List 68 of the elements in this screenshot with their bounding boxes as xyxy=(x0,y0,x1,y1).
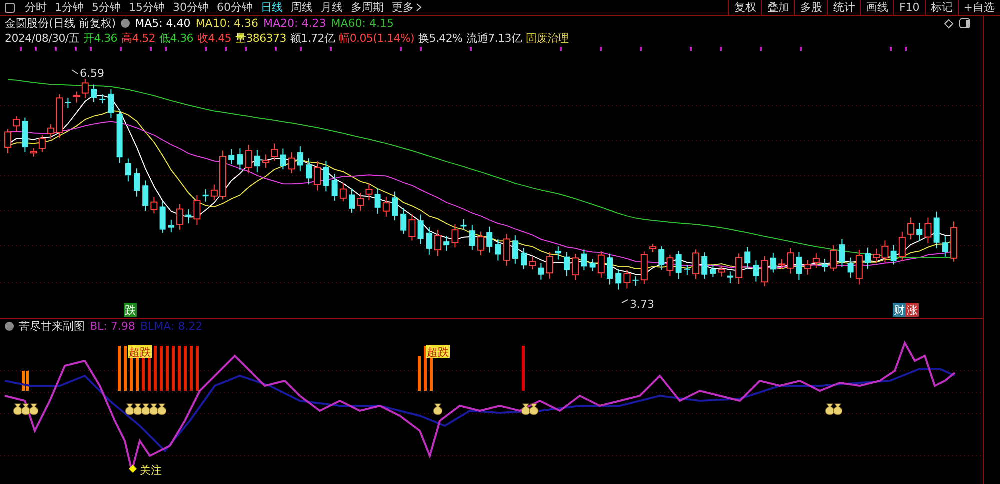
ma-reading: MA60: 4.15 xyxy=(331,17,394,30)
dropdown-circle-icon[interactable] xyxy=(121,19,130,28)
ma-reading: MA20: 4.23 xyxy=(264,17,326,30)
toolbar-button[interactable]: 统计 xyxy=(827,0,860,15)
money-bag-icon xyxy=(29,404,39,416)
toolbar-button[interactable]: 复权 xyxy=(728,0,762,15)
period-tab[interactable]: 周线 xyxy=(287,0,317,15)
money-bag-icon xyxy=(13,404,23,416)
chart-title: 金圆股份(日线 前复权) xyxy=(5,16,116,31)
period-tab[interactable]: 分时 xyxy=(21,0,51,15)
period-tab[interactable]: 60分钟 xyxy=(213,0,257,15)
chevron-right-icon xyxy=(416,3,422,12)
diamond-icon xyxy=(129,465,137,473)
period-tab[interactable]: 日线 xyxy=(257,0,287,15)
period-tab[interactable]: 30分钟 xyxy=(169,0,213,15)
toolbar-button[interactable]: 叠加 xyxy=(761,0,794,15)
toolbar-button[interactable]: 多股 xyxy=(794,0,828,15)
money-bag-icon xyxy=(833,404,843,416)
indicator-reading: BLMA: 8.22 xyxy=(140,320,203,333)
quote-field: 量386373 xyxy=(236,31,286,46)
quote-field: 换5.42% xyxy=(418,31,463,46)
quote-field: 2024/08/30/五 xyxy=(5,31,80,46)
collapse-circle-icon[interactable] xyxy=(5,322,14,331)
period-tab[interactable]: 月线 xyxy=(317,0,347,15)
high-price-label: 6.59 xyxy=(80,67,104,80)
signal-marker: 财 xyxy=(893,303,906,317)
quote-field: 收4.45 xyxy=(198,31,232,46)
signal-tag: 超跌 xyxy=(426,345,450,359)
quote-field: 幅0.05(1.14%) xyxy=(339,31,415,46)
focus-label: 关注 xyxy=(140,464,162,477)
leader-line xyxy=(622,300,628,304)
ma-reading: MA5: 4.40 xyxy=(135,17,191,30)
money-bag-icon xyxy=(149,404,159,416)
quote-field: 固废治理 xyxy=(526,31,569,46)
period-tab[interactable]: 多周期 xyxy=(347,0,388,15)
money-bag-icon xyxy=(157,404,167,416)
low-price-label: 3.73 xyxy=(630,298,654,311)
indicator-reading: BL: 7.98 xyxy=(90,320,136,333)
indicator-title: 苦尽甘来副图 xyxy=(19,319,85,334)
leader-line xyxy=(72,70,78,74)
money-bag-icon xyxy=(141,404,151,416)
toolbar-button[interactable]: F10 xyxy=(893,0,925,15)
money-bag-icon xyxy=(521,404,531,416)
money-bag-icon xyxy=(433,404,443,416)
period-tab[interactable]: 15分钟 xyxy=(125,0,169,15)
money-bag-icon xyxy=(529,404,539,416)
period-tab[interactable]: 1分钟 xyxy=(51,0,88,15)
toolbar-button[interactable]: +自选 xyxy=(958,0,1000,15)
period-tab[interactable]: 更多 xyxy=(388,0,426,15)
quote-field: 高4.52 xyxy=(122,31,156,46)
money-bag-icon xyxy=(125,404,135,416)
signal-marker: 涨 xyxy=(906,303,919,317)
toolbar-button[interactable]: 标记 xyxy=(924,0,958,15)
money-bag-icon xyxy=(133,404,143,416)
signal-marker: 跌 xyxy=(124,303,137,317)
diamond-icon[interactable] xyxy=(944,18,954,28)
money-bag-icon xyxy=(21,404,31,416)
signal-tag: 超跌 xyxy=(128,345,152,359)
period-tab[interactable]: 5分钟 xyxy=(88,0,125,15)
quote-field: 低4.36 xyxy=(160,31,194,46)
toolbar-button[interactable]: 画线 xyxy=(860,0,894,15)
ma-reading: MA10: 4.36 xyxy=(196,17,259,30)
quote-field: 流通7.13亿 xyxy=(466,31,522,46)
quote-field: 开4.36 xyxy=(84,31,118,46)
panel-toggle-icon[interactable] xyxy=(5,2,15,12)
quote-field: 额1.72亿 xyxy=(290,31,336,46)
panel-icon[interactable] xyxy=(959,18,971,29)
money-bag-icon xyxy=(825,404,835,416)
